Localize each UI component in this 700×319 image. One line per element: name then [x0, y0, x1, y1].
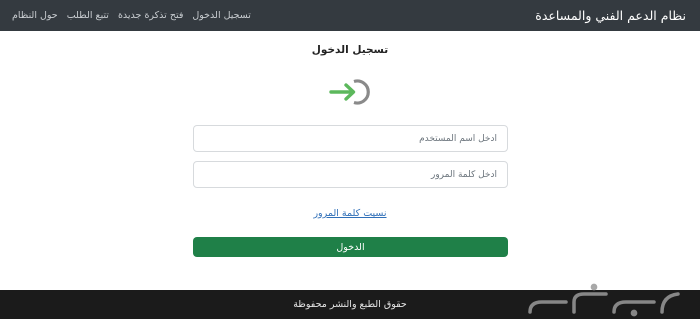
nav-links: تسجيل الدخول فتح تذكرة جديدة تتبع الطلب …	[12, 10, 251, 21]
sign-in-icon	[329, 79, 370, 105]
login-panel: تسجيل الدخول نسيت كلمة المرور الدخول	[0, 31, 700, 290]
brand-title[interactable]: نظام الدعم الفني والمساعدة	[535, 8, 686, 23]
login-button[interactable]: الدخول	[193, 237, 508, 257]
forgot-password-link[interactable]: نسيت كلمة المرور	[0, 208, 700, 219]
username-field[interactable]	[193, 125, 508, 152]
nav-link-login[interactable]: تسجيل الدخول	[192, 10, 251, 21]
page-title: تسجيل الدخول	[311, 44, 389, 56]
nav-link-track-request[interactable]: تتبع الطلب	[67, 10, 109, 21]
top-navbar: نظام الدعم الفني والمساعدة تسجيل الدخول …	[0, 0, 700, 31]
haraj-logo-watermark	[528, 283, 680, 317]
nav-link-new-ticket[interactable]: فتح تذكرة جديدة	[118, 10, 183, 21]
password-field[interactable]	[193, 161, 508, 188]
nav-link-about[interactable]: حول النظام	[12, 10, 58, 21]
copyright-text: حقوق الطبع والنشر محفوظة	[293, 299, 407, 310]
